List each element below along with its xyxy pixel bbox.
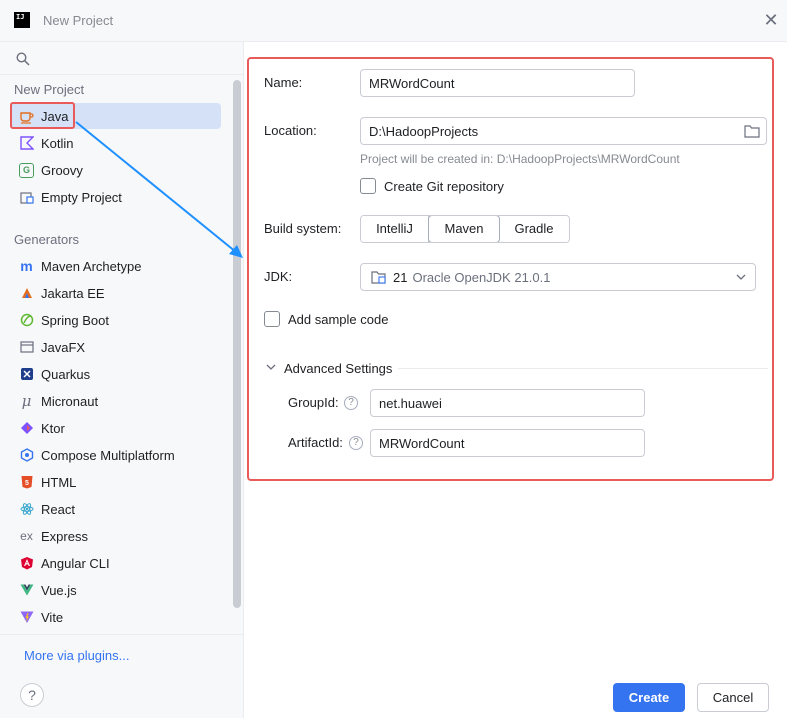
help-icon[interactable]: ?: [349, 436, 363, 450]
groupid-input[interactable]: [370, 389, 645, 417]
jakarta-ee-icon: [19, 286, 34, 301]
java-highlight-box: [10, 102, 75, 129]
name-label: Name:: [264, 75, 303, 90]
sidebar-item-label: Quarkus: [41, 366, 91, 382]
advanced-divider: [398, 368, 768, 369]
sidebar-scrollbar[interactable]: [233, 80, 241, 608]
build-system-selector: IntelliJ Maven Gradle: [360, 215, 570, 243]
new-project-header: New Project: [14, 82, 85, 97]
intellij-logo-icon: IJ: [14, 12, 30, 28]
build-system-label: Build system:: [264, 221, 342, 236]
sidebar-item-label: Maven Archetype: [41, 258, 142, 274]
create-button[interactable]: Create: [613, 683, 685, 712]
build-option-intellij[interactable]: IntelliJ: [361, 216, 429, 242]
jdk-label: JDK:: [264, 269, 293, 284]
sidebar-item-groovy[interactable]: G Groovy: [10, 157, 221, 183]
sidebar-item-angular-cli[interactable]: Angular CLI: [10, 550, 221, 576]
generators-header: Generators: [14, 232, 80, 247]
quarkus-icon: [19, 367, 34, 382]
artifactid-label: ArtifactId:: [288, 435, 343, 450]
ktor-icon: [19, 421, 34, 436]
sidebar-item-label: Micronaut: [41, 393, 99, 409]
jdk-name: Oracle OpenJDK 21.0.1: [412, 269, 551, 285]
chevron-down-icon: [736, 274, 746, 280]
sidebar-item-empty-project[interactable]: Empty Project: [10, 184, 221, 210]
git-label: Create Git repository: [384, 179, 504, 194]
sidebar-search[interactable]: [0, 42, 244, 75]
groovy-icon: G: [19, 162, 34, 178]
express-icon: ex: [20, 529, 33, 543]
javafx-icon: [19, 340, 34, 355]
sidebar-item-label: Spring Boot: [41, 312, 109, 328]
build-option-maven[interactable]: Maven: [428, 216, 500, 242]
sidebar-item-jakarta-ee[interactable]: Jakarta EE: [10, 280, 221, 306]
sidebar-item-label: Empty Project: [41, 189, 122, 205]
sidebar-item-vuejs[interactable]: Vue.js: [10, 577, 221, 603]
sidebar-divider: [0, 634, 244, 635]
advanced-settings-toggle[interactable]: Advanced Settings: [284, 361, 392, 376]
sidebar-item-label: React: [41, 501, 75, 517]
artifactid-input[interactable]: [370, 429, 645, 457]
sidebar-item-vite[interactable]: Vite: [10, 604, 221, 630]
sidebar-item-compose-multiplatform[interactable]: Compose Multiplatform: [10, 442, 221, 468]
sidebar-item-kotlin[interactable]: Kotlin: [10, 130, 221, 156]
sidebar-item-maven-archetype[interactable]: m Maven Archetype: [10, 253, 221, 279]
compose-icon: [19, 448, 34, 463]
sidebar-item-quarkus[interactable]: Quarkus: [10, 361, 221, 387]
svg-text:5: 5: [25, 480, 29, 487]
location-label: Location:: [264, 123, 317, 138]
sidebar-item-label: JavaFX: [41, 339, 86, 355]
sidebar-item-react[interactable]: React: [10, 496, 221, 522]
sidebar-item-express[interactable]: ex Express: [10, 523, 221, 549]
jdk-version: 21: [393, 269, 408, 285]
sidebar-item-label: Jakarta EE: [41, 285, 105, 301]
html5-icon: 5: [19, 475, 34, 490]
git-checkbox[interactable]: [360, 178, 376, 194]
sidebar: New Project Java Kotlin G Groovy Empty P…: [0, 42, 244, 718]
react-icon: [19, 502, 34, 517]
sidebar-item-label: Compose Multiplatform: [41, 447, 175, 463]
sample-code-label: Add sample code: [288, 312, 389, 327]
sidebar-item-label: Angular CLI: [41, 555, 110, 571]
sidebar-item-label: HTML: [41, 474, 77, 490]
help-icon[interactable]: ?: [20, 683, 44, 707]
sidebar-item-spring-boot[interactable]: Spring Boot: [10, 307, 221, 333]
angular-icon: [19, 556, 34, 571]
micronaut-icon: μ: [21, 392, 32, 410]
sidebar-item-label: Vite: [41, 609, 64, 625]
sidebar-item-label: Ktor: [41, 420, 65, 436]
search-icon: [16, 52, 30, 66]
location-hint: Project will be created in: D:\HadoopPro…: [360, 152, 680, 166]
more-via-plugins-link[interactable]: More via plugins...: [24, 648, 130, 663]
cancel-button[interactable]: Cancel: [697, 683, 769, 712]
location-input[interactable]: [360, 117, 767, 145]
sample-code-checkbox[interactable]: [264, 311, 280, 327]
kotlin-icon: [19, 136, 34, 151]
sidebar-item-label: Vue.js: [41, 582, 77, 598]
jdk-folder-icon: [371, 271, 386, 284]
build-option-gradle[interactable]: Gradle: [499, 216, 569, 242]
folder-icon[interactable]: [744, 124, 760, 138]
chevron-down-icon[interactable]: [266, 364, 276, 371]
spring-boot-icon: [19, 313, 34, 328]
title-bar: IJ New Project ✕: [0, 0, 787, 42]
empty-project-icon: [19, 190, 34, 205]
sidebar-item-label: Kotlin: [41, 135, 74, 151]
name-input[interactable]: [360, 69, 635, 97]
jdk-select[interactable]: 21 Oracle OpenJDK 21.0.1: [360, 263, 756, 291]
groupid-label: GroupId:: [288, 395, 339, 410]
window-title: New Project: [43, 13, 114, 28]
sidebar-item-html[interactable]: 5 HTML: [10, 469, 221, 495]
sidebar-item-ktor[interactable]: Ktor: [10, 415, 221, 441]
vue-icon: [19, 583, 34, 598]
maven-icon: m: [20, 258, 33, 274]
sidebar-item-micronaut[interactable]: μ Micronaut: [10, 388, 221, 414]
sidebar-item-javafx[interactable]: JavaFX: [10, 334, 221, 360]
sidebar-item-label: Express: [41, 528, 88, 544]
sidebar-item-label: Groovy: [41, 162, 83, 178]
vite-icon: [19, 610, 34, 625]
close-icon[interactable]: ✕: [762, 11, 780, 29]
help-icon[interactable]: ?: [344, 396, 358, 410]
